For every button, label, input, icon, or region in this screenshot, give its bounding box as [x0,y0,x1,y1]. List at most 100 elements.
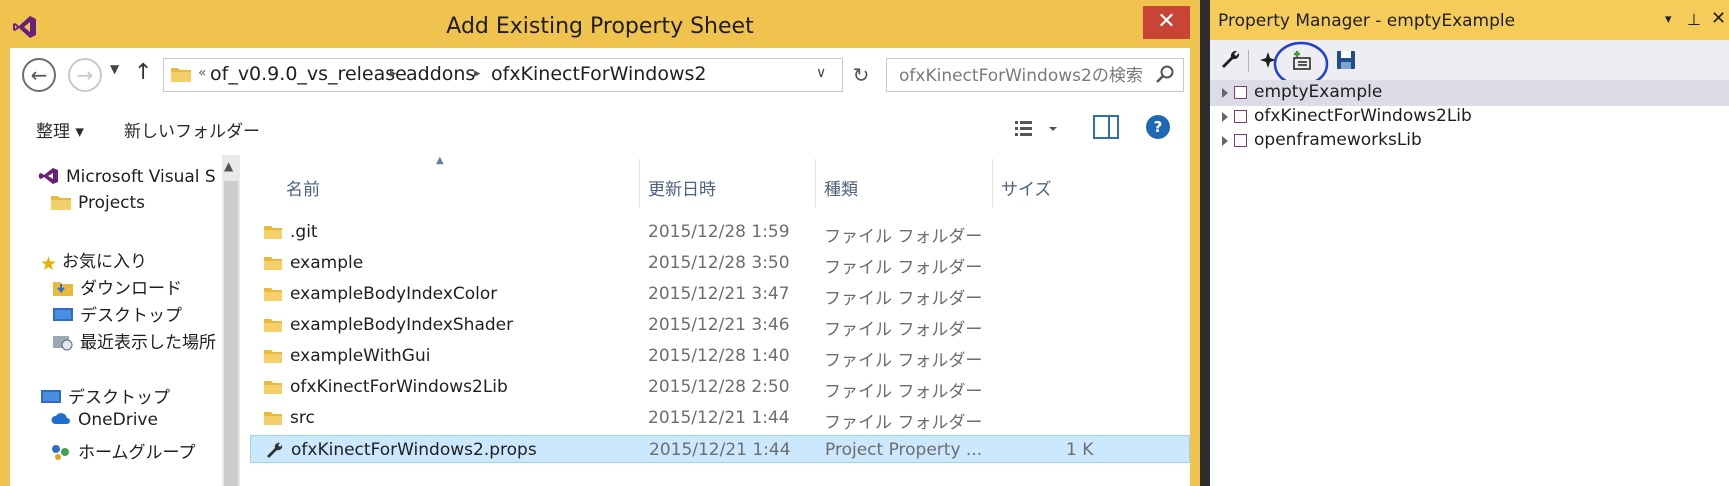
nav-item-homegroup[interactable]: ホームグループ [50,438,195,464]
breadcrumb-overflow-icon[interactable]: « [198,65,207,81]
tree-item-emptyexample[interactable]: emptyExample [1210,80,1729,106]
close-button[interactable]: ✕ [1143,6,1190,39]
recent-places-icon [53,336,73,351]
file-date: 2015/12/21 3:46 [648,315,790,335]
window-position-chevron-down-icon[interactable]: ▾ [1665,12,1672,27]
file-row[interactable]: ofxKinectForWindows2Lib 2015/12/28 2:50 ファ… [250,373,1190,402]
file-row[interactable]: exampleWithGui 2015/12/28 1:40 ファイル フォルダー [250,342,1190,371]
file-date: 2015/12/21 1:44 [649,440,791,460]
search-icon[interactable] [1155,64,1175,84]
dialog-body: ← → ▼ ↑ « of_v0.9.0_vs_release ▸ addons … [10,48,1190,486]
nav-item-visual-studio[interactable]: Microsoft Visual S [38,167,216,193]
up-arrow-icon[interactable]: ↑ [134,60,152,85]
nav-item-onedrive[interactable]: OneDrive [50,410,158,436]
file-name: exampleBodyIndexColor [290,284,498,304]
nav-item-downloads[interactable]: ダウンロード [52,274,182,300]
folder-icon [264,288,282,301]
file-row[interactable]: exampleBodyIndexShader 2015/12/21 3:46 ファイ… [250,311,1190,340]
file-row[interactable]: example 2015/12/28 3:50 ファイル フォルダー [250,249,1190,278]
column-divider[interactable] [815,159,816,207]
column-header-date[interactable]: 更新日時 [648,175,716,200]
breadcrumb-separator-icon[interactable]: ▸ [390,66,397,81]
property-manager-panel: Property Manager - emptyExample ▾ ⊥ ✕ em… [1200,0,1729,486]
folder-icon [171,68,191,82]
property-manager-title-bar[interactable]: Property Manager - emptyExample ▾ ⊥ ✕ [1210,0,1729,40]
file-type: ファイル フォルダー [824,413,983,433]
nav-item-label: Microsoft Visual S [66,167,216,187]
file-row[interactable]: exampleBodyIndexColor 2015/12/21 3:47 ファイル… [250,280,1190,309]
back-button[interactable]: ← [22,58,56,92]
column-header-type[interactable]: 種類 [824,175,858,200]
file-row[interactable]: .git 2015/12/28 1:59 ファイル フォルダー [250,218,1190,247]
expand-arrow-icon[interactable] [1222,112,1228,122]
visual-studio-icon [39,168,58,184]
search-box[interactable] [886,58,1184,92]
property-manager-title: Property Manager - emptyExample [1218,11,1516,31]
nav-item-label: OneDrive [78,410,158,430]
recent-locations-chevron-down-icon[interactable]: ▼ [110,62,119,76]
column-header-name[interactable]: 名前 [286,175,320,200]
vc-project-icon [1234,134,1247,147]
file-type: ファイル フォルダー [824,320,983,340]
search-input[interactable] [897,64,1147,88]
expand-arrow-icon[interactable] [1222,136,1228,146]
file-row[interactable]: ofxKinectForWindows2.props 2015/12/21 1:4… [250,435,1190,463]
preview-pane-icon[interactable] [1093,115,1119,139]
file-row[interactable]: src 2015/12/21 1:44 ファイル フォルダー [250,404,1190,433]
folder-icon [264,226,282,239]
column-divider[interactable] [639,159,640,207]
refresh-icon[interactable]: ↻ [846,60,876,90]
onedrive-cloud-icon [51,413,70,424]
tree-item-ofxkinectforwindows2lib[interactable]: ofxKinectForWindows2Lib [1210,104,1729,130]
file-date: 2015/12/28 1:59 [648,222,790,242]
command-bar: 整理 ▾ 新しいフォルダー ? [10,103,1190,155]
desktop-icon [41,390,61,403]
file-date: 2015/12/28 3:50 [648,253,790,273]
nav-item-recent-places[interactable]: 最近表示した場所 [52,328,216,354]
file-date: 2015/12/21 1:44 [648,408,790,428]
navigation-scrollbar[interactable]: ▲ [222,155,240,486]
nav-item-desktop-root[interactable]: デスクトップ [40,383,170,409]
folder-icon [264,381,282,394]
tree-item-label: emptyExample [1254,82,1383,102]
scroll-up-arrow-icon[interactable]: ▲ [224,159,233,173]
tree-item-openframeworkslib[interactable]: openframeworksLib [1210,128,1729,154]
toolbar-divider [1248,50,1249,72]
nav-item-label: 最近表示した場所 [80,333,216,353]
nav-item-desktop[interactable]: デスクトップ [52,301,182,327]
organize-button[interactable]: 整理 ▾ [36,117,84,142]
file-name: exampleBodyIndexShader [290,315,514,335]
expand-arrow-icon[interactable] [1222,88,1228,98]
homegroup-icon [52,445,69,460]
file-type: ファイル フォルダー [824,227,983,247]
nav-item-label: Projects [78,193,146,213]
properties-wrench-icon[interactable] [1218,48,1242,72]
breadcrumb-ofxkinect[interactable]: ofxKinectForWindows2 [491,63,707,85]
nav-item-projects[interactable]: Projects [50,193,145,219]
address-history-chevron-down-icon[interactable]: ∨ [816,65,826,81]
file-type: ファイル フォルダー [824,258,983,278]
new-folder-button[interactable]: 新しいフォルダー [124,117,260,142]
breadcrumb-separator-icon[interactable]: ▸ [474,66,481,81]
view-options-icon[interactable] [1013,117,1061,141]
column-divider[interactable] [992,159,993,207]
file-size: 1 K [1066,440,1094,460]
column-header-size[interactable]: サイズ [1001,175,1052,200]
pin-icon[interactable]: ⊥ [1687,10,1701,29]
downloads-icon [53,282,73,296]
breadcrumb-addons[interactable]: addons [406,63,475,85]
scrollbar-thumb[interactable] [224,181,238,486]
file-name: example [290,253,364,273]
file-type: ファイル フォルダー [824,289,983,309]
help-icon[interactable]: ? [1146,115,1170,139]
forward-button[interactable]: → [68,58,102,92]
file-name: ofxKinectForWindows2.props [291,440,537,460]
close-icon[interactable]: ✕ [1711,8,1726,29]
file-list: ▲ 名前 更新日時 種類 サイズ .git 2015/12/28 1:59 ファイル… [250,155,1190,486]
nav-item-favorites[interactable]: ★ お気に入り [40,247,147,275]
address-bar[interactable]: « of_v0.9.0_vs_release ▸ addons ▸ ofxKin… [163,58,843,92]
breadcrumb-of-release[interactable]: of_v0.9.0_vs_release [210,63,407,85]
dialog-title-bar[interactable]: Add Existing Property Sheet ✕ [0,0,1200,52]
wrench-icon [267,442,283,458]
save-icon[interactable] [1334,48,1358,72]
